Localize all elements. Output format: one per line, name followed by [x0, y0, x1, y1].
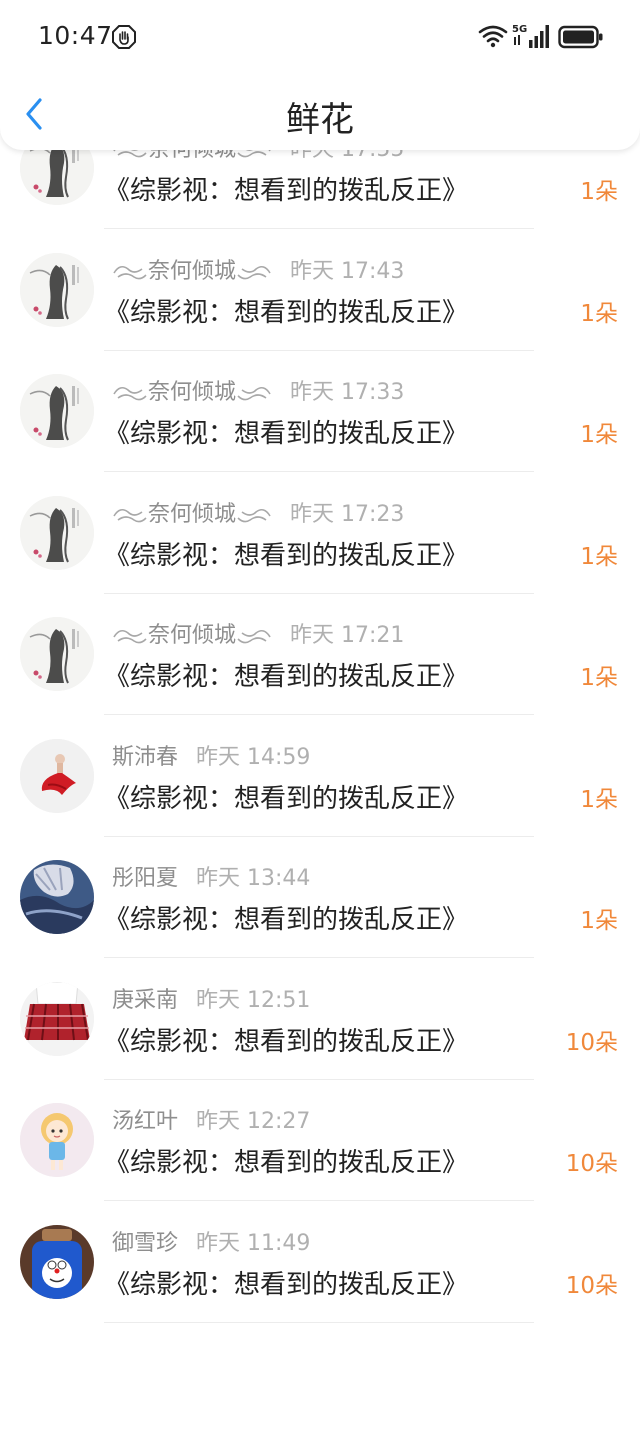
battery-icon [558, 25, 604, 49]
flower-amount: 1朵 [580, 908, 618, 934]
plaid-skirt-avatar[interactable] [20, 981, 94, 1056]
flower-gift-row[interactable]: 汤红叶 昨天 12:27 《综影视：想看到的拨乱反正》 10朵 [0, 1080, 640, 1201]
gift-time: 昨天 12:51 [196, 987, 311, 1013]
gift-time: 昨天 14:59 [196, 744, 311, 770]
book-title[interactable]: 《综影视：想看到的拨乱反正》 [104, 292, 468, 329]
sender-name[interactable]: 御雪珍 [112, 1231, 178, 1256]
book-title[interactable]: 《综影视：想看到的拨乱反正》 [104, 899, 468, 936]
sender-name[interactable]: 彤阳夏 [112, 866, 178, 891]
name-swirl-right-icon [236, 623, 272, 648]
anime-boy-avatar[interactable] [20, 860, 94, 934]
flower-gift-row[interactable]: 斯沛春 昨天 14:59 《综影视：想看到的拨乱反正》 1朵 [0, 716, 640, 837]
name-swirl-right-icon [236, 380, 272, 405]
doraemon-jar-avatar[interactable] [20, 1224, 94, 1299]
gift-time: 昨天 17:43 [290, 258, 405, 284]
sender-meta: 汤红叶 昨天 12:27 [112, 1103, 310, 1135]
gift-time: 昨天 17:23 [290, 501, 405, 527]
sender-meta: 奈何倾城 昨天 17:21 [112, 617, 404, 649]
sender-meta: 御雪珍 昨天 11:49 [112, 1225, 310, 1257]
top-bar: 10:47 5G 鲜花 [0, 0, 640, 150]
sender-name[interactable]: 庚采南 [112, 988, 178, 1013]
flower-gift-row[interactable]: 奈何倾城 昨天 17:33 《综影视：想看到的拨乱反正》 1朵 [0, 351, 640, 472]
book-title[interactable]: 《综影视：想看到的拨乱反正》 [104, 656, 468, 693]
cartoon-girl-avatar[interactable] [20, 1103, 94, 1177]
sender-name[interactable]: 汤红叶 [112, 1109, 178, 1134]
book-title[interactable]: 《综影视：想看到的拨乱反正》 [104, 778, 468, 815]
flower-amount: 1朵 [580, 179, 618, 205]
name-swirl-left-icon [112, 502, 148, 527]
row-divider [104, 1321, 534, 1323]
sender-name[interactable]: 斯沛春 [112, 745, 178, 770]
sender-name[interactable]: 奈何倾城 [148, 502, 236, 527]
flower-gift-row[interactable]: 奈何倾城 昨天 17:21 《综影视：想看到的拨乱反正》 1朵 [0, 594, 640, 715]
name-swirl-right-icon [236, 259, 272, 284]
book-title[interactable]: 《综影视：想看到的拨乱反正》 [104, 535, 468, 572]
name-swirl-left-icon [112, 380, 148, 405]
ink-painting-avatar[interactable] [20, 252, 94, 327]
flower-amount: 1朵 [580, 543, 618, 570]
network-type-label: 5G [512, 24, 527, 35]
flower-amount: 1朵 [580, 300, 618, 327]
wifi-icon [478, 24, 508, 48]
flower-gift-row[interactable]: 彤阳夏 昨天 13:44 《综影视：想看到的拨乱反正》 1朵 [0, 837, 640, 958]
gift-time: 昨天 13:44 [196, 866, 311, 891]
gift-time: 昨天 12:27 [196, 1109, 311, 1134]
flower-amount: 1朵 [580, 665, 618, 691]
flower-amount: 10朵 [565, 1272, 618, 1299]
gift-time: 昨天 17:33 [290, 380, 405, 405]
name-swirl-right-icon [236, 502, 272, 527]
gift-time: 昨天 17:21 [290, 623, 405, 648]
sender-meta: 庚采南 昨天 12:51 [112, 982, 310, 1014]
flower-amount: 10朵 [565, 1029, 618, 1056]
sender-meta: 斯沛春 昨天 14:59 [112, 739, 310, 771]
flower-gift-row[interactable]: 庚采南 昨天 12:51 《综影视：想看到的拨乱反正》 10朵 [0, 959, 640, 1080]
book-title[interactable]: 《综影视：想看到的拨乱反正》 [104, 1142, 468, 1179]
status-time: 10:47 [38, 21, 113, 50]
hand-notification-icon [112, 25, 136, 49]
flower-amount: 1朵 [580, 422, 618, 448]
cellular-signal-icon: 5G [512, 22, 552, 50]
book-title[interactable]: 《综影视：想看到的拨乱反正》 [104, 1264, 468, 1301]
flower-amount: 1朵 [580, 786, 618, 813]
red-dress-avatar[interactable] [20, 738, 94, 813]
book-title[interactable]: 《综影视：想看到的拨乱反正》 [104, 170, 468, 207]
book-title[interactable]: 《综影视：想看到的拨乱反正》 [104, 413, 468, 450]
sender-meta: 奈何倾城 昨天 17:23 [112, 496, 404, 528]
sender-meta: 奈何倾城 昨天 17:33 [112, 374, 404, 406]
flower-amount: 10朵 [565, 1151, 618, 1177]
gift-time: 昨天 11:49 [196, 1230, 311, 1256]
sender-meta: 奈何倾城 昨天 17:43 [112, 253, 404, 285]
page-title: 鲜花 [286, 100, 354, 140]
sender-name[interactable]: 奈何倾城 [148, 259, 236, 284]
book-title[interactable]: 《综影视：想看到的拨乱反正》 [104, 1021, 468, 1058]
sender-meta: 彤阳夏 昨天 13:44 [112, 860, 310, 892]
sender-name[interactable]: 奈何倾城 [148, 623, 236, 648]
name-swirl-left-icon [112, 259, 148, 284]
ink-painting-avatar[interactable] [20, 617, 94, 691]
sender-name[interactable]: 奈何倾城 [148, 380, 236, 405]
name-swirl-left-icon [112, 623, 148, 648]
status-bar: 10:47 5G [0, 0, 640, 76]
flower-gift-row[interactable]: 奈何倾城 昨天 17:23 《综影视：想看到的拨乱反正》 1朵 [0, 473, 640, 594]
navigation-bar: 鲜花 [0, 76, 640, 150]
ink-painting-avatar[interactable] [20, 374, 94, 448]
flower-gift-row[interactable]: 御雪珍 昨天 11:49 《综影视：想看到的拨乱反正》 10朵 [0, 1202, 640, 1323]
ink-painting-avatar[interactable] [20, 495, 94, 570]
flower-gift-row[interactable]: 奈何倾城 昨天 17:43 《综影视：想看到的拨乱反正》 1朵 [0, 230, 640, 351]
